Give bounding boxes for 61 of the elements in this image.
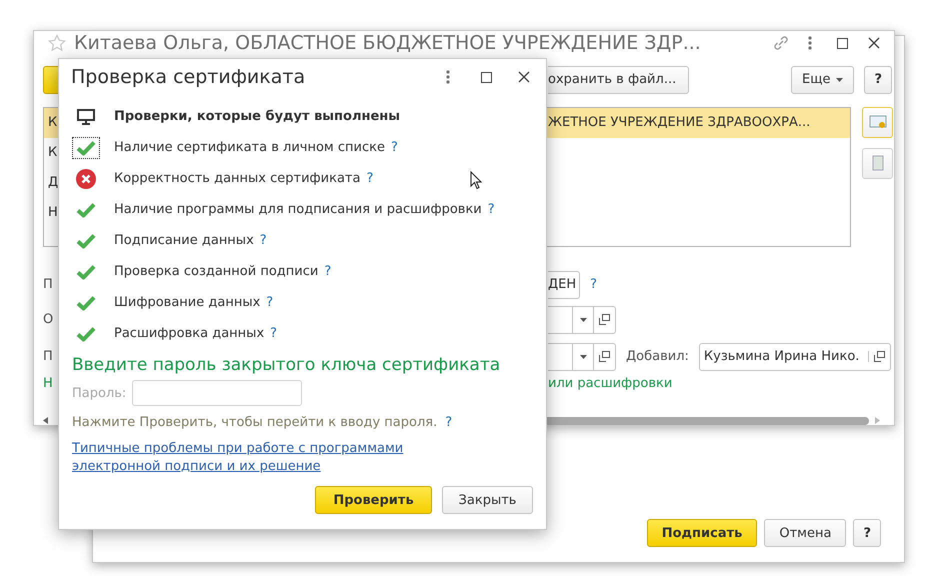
help-link[interactable]: ? <box>324 264 332 279</box>
cursor-icon <box>470 171 482 190</box>
close-icon[interactable] <box>518 71 530 83</box>
open-icon[interactable] <box>599 314 610 326</box>
more-icon[interactable] <box>808 36 812 50</box>
check-label: Наличие программы для подписания и расшифровки ? <box>114 202 495 217</box>
text-field[interactable]: ДЕН <box>548 270 580 299</box>
help-link[interactable]: ? <box>590 277 598 292</box>
check-label: Корректность данных сертификата ? <box>114 171 374 186</box>
star-icon[interactable] <box>48 34 66 52</box>
field-label: Добавил: <box>626 349 689 364</box>
monitor-icon <box>77 108 95 124</box>
table-cell-text: ЖЕТНОЕ УЧРЕЖДЕНИЕ ЗДРАВООХРА... <box>548 115 812 130</box>
dialog-title: Проверка сертификата <box>71 66 306 88</box>
window-title: Китаева Ольга, ОБЛАСТНОЕ БЮДЖЕТНОЕ УЧРЕЖДЕНИЕ ЗДР... <box>74 32 702 54</box>
field-label: О <box>43 312 54 328</box>
help-link[interactable]: ? <box>445 415 452 430</box>
check-label: Наличие сертификата в личном списке ? <box>114 140 398 155</box>
more-button[interactable]: Еще <box>790 66 854 94</box>
field-label: П <box>43 349 53 364</box>
open-icon[interactable] <box>599 351 610 362</box>
check-label: Проверка созданной подписи ? <box>114 264 332 279</box>
help-button[interactable]: ? <box>853 519 881 547</box>
text-field[interactable]: Кузьмина Ирина Нико. <box>698 342 891 371</box>
help-link[interactable]: ? <box>488 202 495 217</box>
table-cell-text: К <box>47 115 58 130</box>
hint-text: Нажмите Проверить, чтобы перейти к вводу пароля. ? <box>72 415 454 430</box>
save-button[interactable]: охранить в файл... <box>548 66 690 94</box>
check-label: Расшифровка данных ? <box>114 326 278 341</box>
check-button[interactable]: Проверить <box>315 486 432 514</box>
sign-button[interactable]: Подписать <box>646 519 758 547</box>
help-link[interactable]: ? <box>366 171 374 186</box>
maximize-icon[interactable] <box>836 38 848 49</box>
help-link[interactable]: ? <box>260 233 267 248</box>
open-icon[interactable] <box>874 351 885 362</box>
section-heading: Введите пароль закрытого ключа сертификата <box>72 355 502 375</box>
field-label: Н <box>43 376 53 391</box>
check-label: Шифрование данных ? <box>114 295 274 310</box>
link-icon[interactable] <box>772 34 790 52</box>
help-button[interactable]: ? <box>864 66 892 94</box>
field-label: Пароль: <box>72 386 126 400</box>
field-label: П <box>43 277 53 292</box>
scroll-left-icon[interactable] <box>43 417 48 424</box>
combo-field[interactable] <box>548 342 616 371</box>
caret-icon[interactable] <box>580 318 586 322</box>
help-link[interactable]: ? <box>270 326 278 341</box>
combo-field[interactable] <box>548 306 616 334</box>
caret-icon[interactable] <box>836 78 844 82</box>
section-heading: Проверки, которые будут выполнены <box>114 109 400 124</box>
help-link[interactable]: ? <box>266 295 274 310</box>
close-icon[interactable] <box>868 37 880 50</box>
note-text: или расшифровки <box>548 376 672 391</box>
check-label: Подписание данных ? <box>114 233 267 248</box>
maximize-icon[interactable] <box>480 72 492 82</box>
close-button[interactable]: Закрыть <box>442 486 533 514</box>
certificate-icon <box>868 114 886 130</box>
caret-icon[interactable] <box>580 354 586 359</box>
more-icon[interactable] <box>446 70 450 84</box>
help-link[interactable]: ? <box>390 140 398 155</box>
cancel-button[interactable]: Отмена <box>764 519 846 547</box>
help-link[interactable]: Типичные проблемы при работе с программами электронной подписи и их решение <box>72 440 452 476</box>
